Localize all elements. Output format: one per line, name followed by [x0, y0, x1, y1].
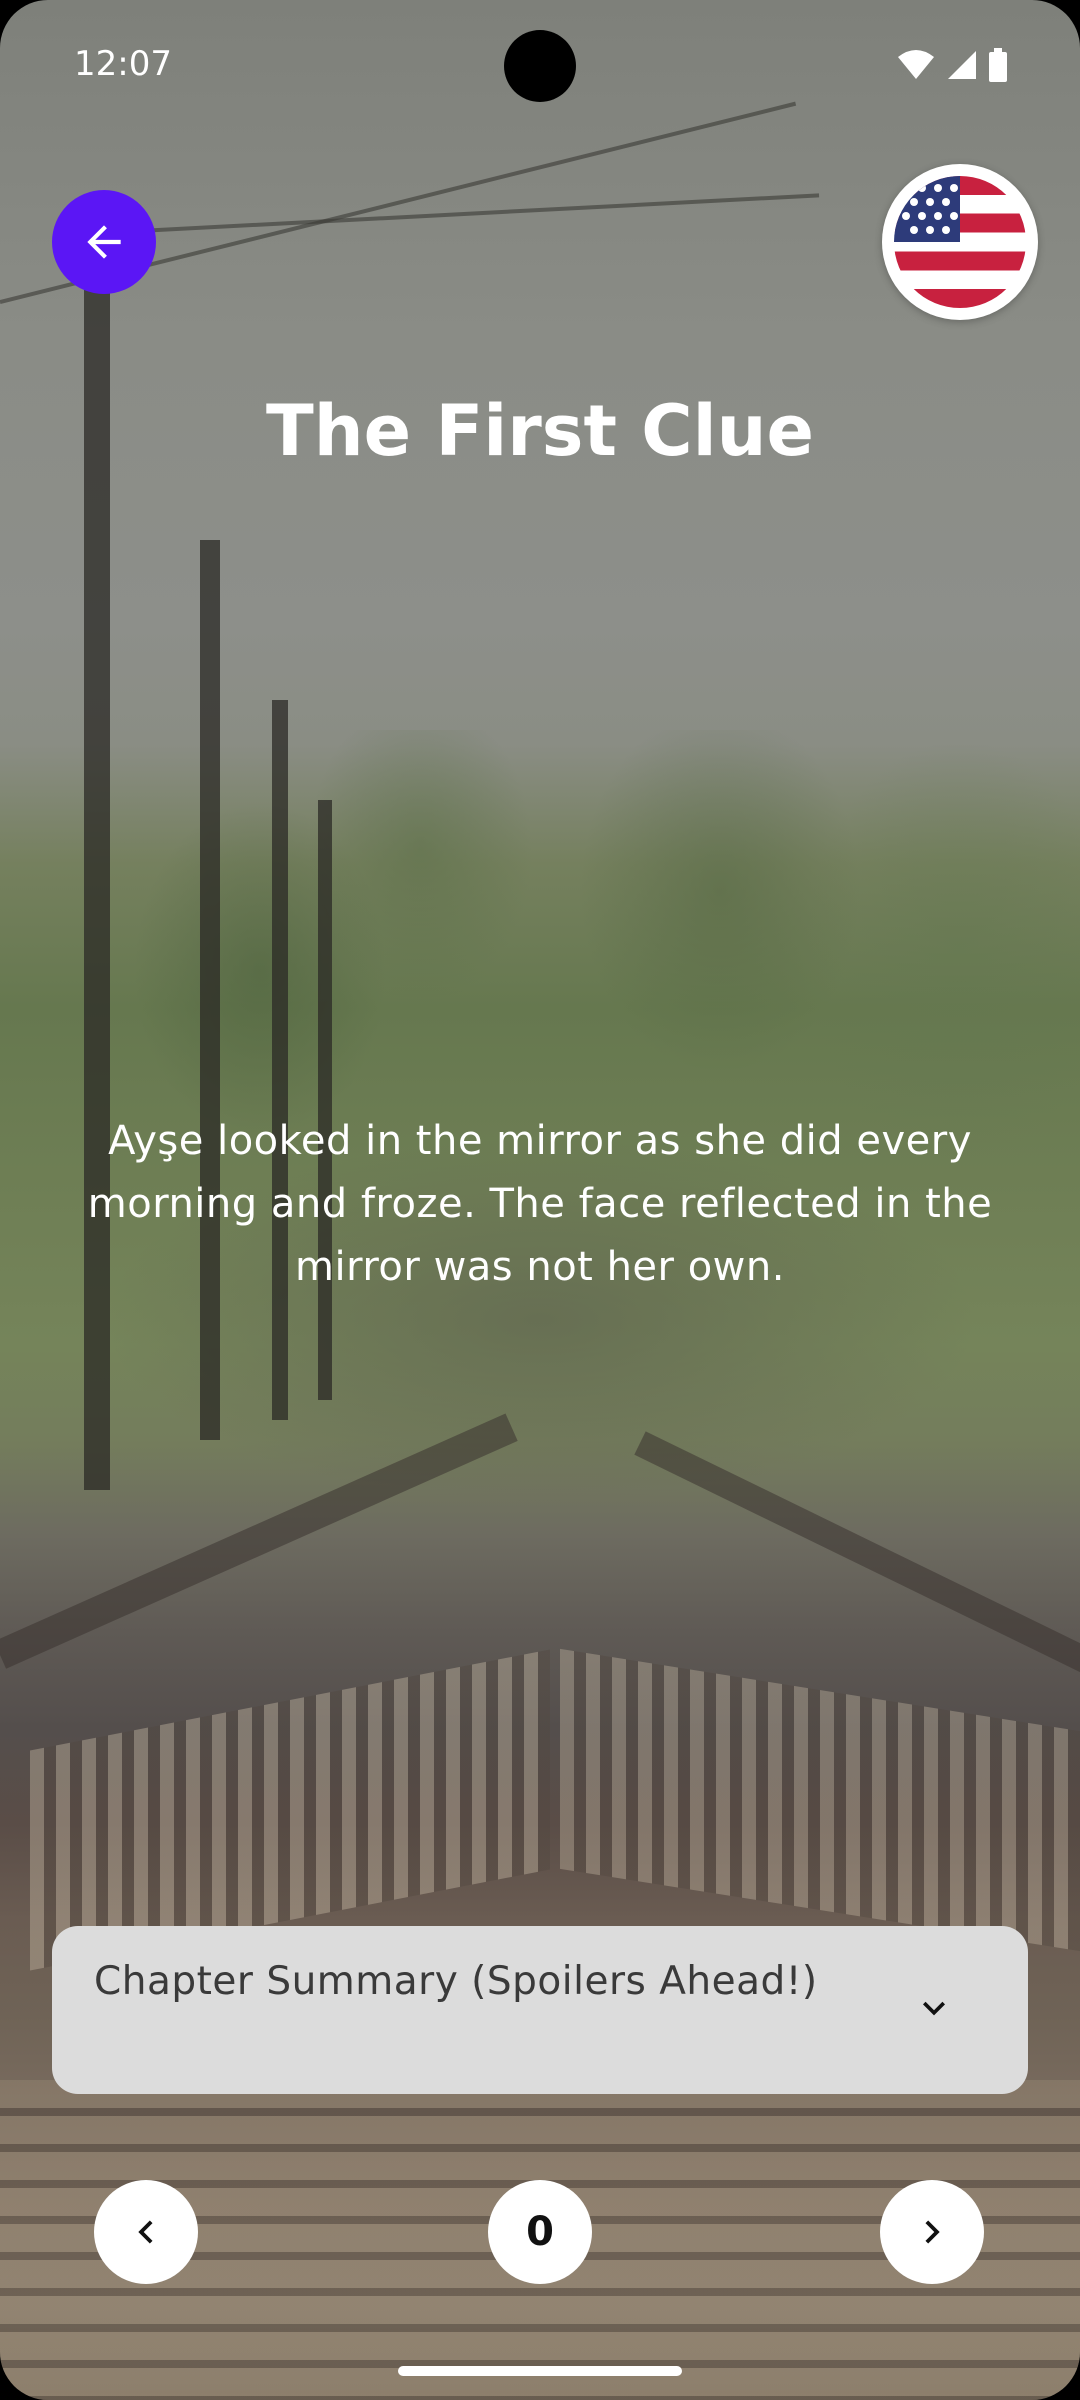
chevron-right-icon: [925, 2220, 940, 2244]
background-fence: [560, 1648, 1080, 1952]
status-time: 12:07: [74, 44, 172, 84]
background-rail: [634, 1431, 1080, 1683]
flag-star: [918, 184, 926, 192]
flag-star: [902, 184, 910, 192]
signal-icon: [948, 51, 976, 79]
flag-star: [902, 212, 910, 220]
back-button[interactable]: [52, 190, 156, 294]
wifi-icon: [898, 50, 934, 79]
flag-star: [918, 212, 926, 220]
story-text: Ayşe looked in the mirror as she did eve…: [87, 1118, 993, 1290]
background-pole: [272, 700, 288, 1420]
camera-cutout: [504, 30, 576, 102]
chapter-summary-label: Chapter Summary (Spoilers Ahead!): [94, 1959, 818, 2004]
flag-star: [926, 226, 934, 234]
arrow-left-icon: [87, 225, 121, 259]
flag-star: [950, 184, 958, 192]
story-screen: 12:07 The First Clue Ayşe looked in the …: [0, 0, 1080, 2400]
flag-star: [942, 226, 950, 234]
home-indicator[interactable]: [398, 2366, 682, 2376]
battery-icon: [989, 48, 1007, 82]
flag-star: [926, 198, 934, 206]
chevron-down-icon: [923, 2001, 945, 2016]
flag-star: [910, 198, 918, 206]
background-forest: [0, 730, 1080, 1430]
flag-canton: [894, 176, 960, 242]
page-number: 0: [526, 2209, 554, 2255]
flag-star: [950, 212, 958, 220]
chapter-summary-dropdown[interactable]: Chapter Summary (Spoilers Ahead!): [52, 1926, 1028, 2094]
background-wire: [119, 193, 820, 234]
background-pole: [200, 540, 220, 1440]
status-bar: 12:07: [0, 0, 1080, 130]
next-page-button[interactable]: [880, 2180, 984, 2284]
flag-star: [934, 184, 942, 192]
language-button[interactable]: [882, 164, 1038, 320]
flag-star: [934, 212, 942, 220]
status-icons: [896, 48, 1008, 82]
flag-star: [942, 198, 950, 206]
background-rail: [0, 1413, 518, 1669]
background-fence: [30, 1649, 550, 1971]
page-number-button[interactable]: 0: [488, 2180, 592, 2284]
previous-page-button[interactable]: [94, 2180, 198, 2284]
flag-star: [910, 226, 918, 234]
chevron-left-icon: [138, 2220, 153, 2244]
chapter-title: The First Clue: [266, 390, 814, 472]
background-pole: [318, 800, 332, 1400]
us-flag-icon: [894, 176, 1026, 308]
